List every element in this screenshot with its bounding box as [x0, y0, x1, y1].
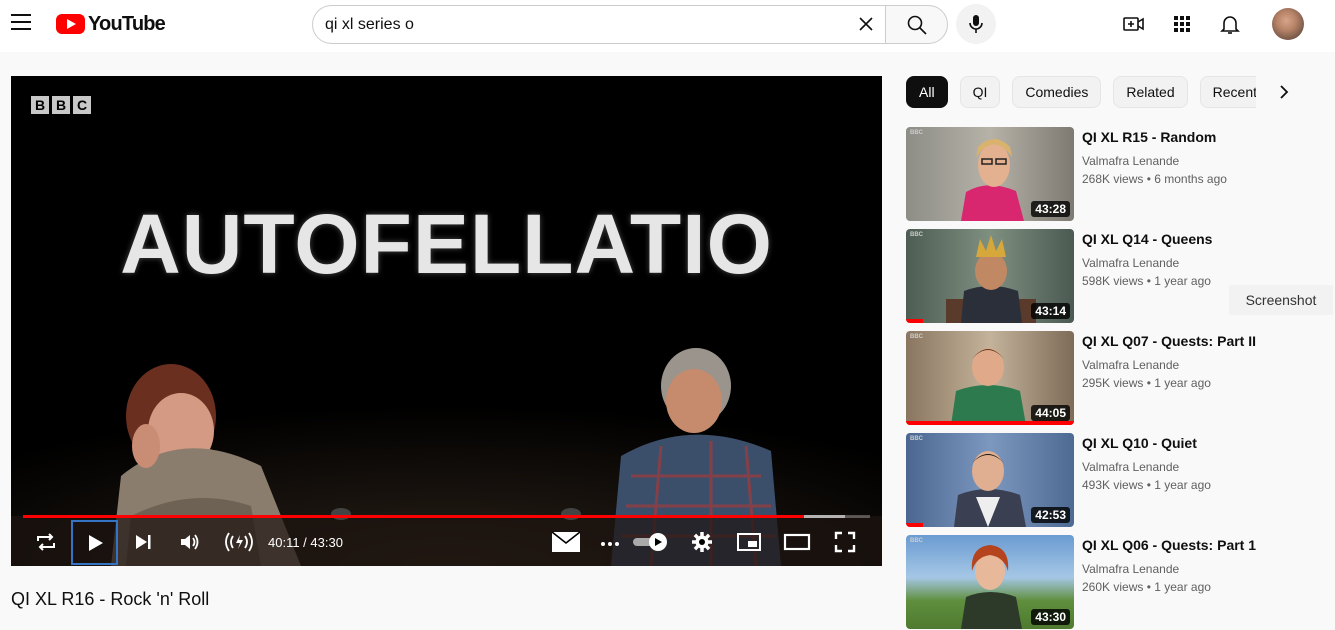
chevron-right-icon[interactable] — [1272, 80, 1296, 104]
next-icon — [136, 535, 151, 549]
duration-badge: 43:28 — [1031, 201, 1070, 217]
next-button[interactable] — [127, 526, 159, 558]
apps-icon[interactable] — [1170, 12, 1194, 36]
menu-icon[interactable] — [11, 14, 31, 30]
logo-text: YouTube — [88, 12, 166, 35]
watched-progress — [906, 421, 1074, 425]
more-options-button[interactable] — [594, 526, 626, 558]
watched-progress — [906, 523, 923, 527]
duration-badge: 42:53 — [1031, 507, 1070, 523]
theater-mode-button[interactable] — [781, 526, 813, 558]
video-thumbnail[interactable]: BBC 43:30 — [906, 535, 1074, 629]
video-thumbnail[interactable]: BBC 43:28 — [906, 127, 1074, 221]
recommendation-item[interactable]: BBC 43:30 QI XL Q06 - Quests: Part 1 Val… — [906, 535, 1335, 630]
player-controls: 40:11 / 43:30 — [11, 520, 882, 566]
channel-name[interactable]: Valmafra Lenande — [1082, 562, 1179, 576]
recommendation-item[interactable]: BBC 43:28 QI XL R15 - Random Valmafra Le… — [906, 127, 1335, 222]
channel-name[interactable]: Valmafra Lenande — [1082, 358, 1179, 372]
bbc-letter: C — [73, 96, 91, 114]
video-thumbnail[interactable]: BBC 43:14 — [906, 229, 1074, 323]
play-button[interactable] — [71, 520, 118, 565]
settings-button[interactable] — [686, 526, 718, 558]
autoplay-toggle[interactable] — [631, 526, 671, 558]
watched-progress — [906, 319, 923, 323]
chip-all[interactable]: All — [906, 76, 948, 108]
search-button[interactable] — [885, 5, 948, 44]
stable-volume-button[interactable] — [221, 526, 257, 558]
youtube-logo[interactable]: YouTube — [56, 12, 166, 35]
video-caption: AUTOFELLATIO — [120, 197, 773, 291]
video-title: QI XL R16 - Rock 'n' Roll — [11, 589, 210, 609]
video-meta: 260K views • 1 year ago — [1082, 580, 1211, 594]
stable-volume-icon — [225, 532, 253, 552]
recommendation-title[interactable]: QI XL Q10 - Quiet — [1082, 435, 1197, 451]
loop-button[interactable] — [30, 526, 62, 558]
mic-icon — [969, 15, 983, 33]
bbc-logo: B B C — [31, 96, 91, 114]
search-input[interactable] — [325, 14, 845, 36]
voice-search-button[interactable] — [956, 4, 996, 44]
screenshot-tooltip: Screenshot — [1229, 285, 1333, 315]
loop-icon — [37, 533, 55, 551]
miniplayer-icon — [737, 533, 761, 551]
progress-bar[interactable] — [23, 515, 870, 518]
theater-icon — [783, 533, 811, 551]
youtube-play-badge-icon — [56, 14, 85, 34]
recommendation-title[interactable]: QI XL Q14 - Queens — [1082, 231, 1212, 247]
play-icon — [88, 534, 103, 551]
recommendation-item[interactable]: BBC 44:05 QI XL Q07 - Quests: Part II Va… — [906, 331, 1335, 426]
search-icon — [907, 15, 927, 35]
chip-comedies[interactable]: Comedies — [1012, 76, 1102, 108]
chip-recently-uploaded[interactable]: Recently uploaded — [1199, 76, 1256, 108]
video-meta: 493K views • 1 year ago — [1082, 478, 1211, 492]
masthead: YouTube — [0, 0, 1335, 52]
video-thumbnail[interactable]: BBC 44:05 — [906, 331, 1074, 425]
channel-name[interactable]: Valmafra Lenande — [1082, 154, 1179, 168]
mail-button[interactable] — [550, 526, 582, 558]
channel-name[interactable]: Valmafra Lenande — [1082, 256, 1179, 270]
channel-name[interactable]: Valmafra Lenande — [1082, 460, 1179, 474]
video-meta: 598K views • 1 year ago — [1082, 274, 1211, 288]
recommendation-title[interactable]: QI XL Q06 - Quests: Part 1 — [1082, 537, 1256, 553]
progress-played — [23, 515, 804, 518]
notifications-icon[interactable] — [1218, 12, 1242, 36]
video-meta: 295K views • 1 year ago — [1082, 376, 1211, 390]
recommendation-item[interactable]: BBC 42:53 QI XL Q10 - Quiet Valmafra Len… — [906, 433, 1335, 528]
fullscreen-icon — [834, 531, 856, 553]
clear-icon[interactable] — [855, 13, 877, 35]
autoplay-toggle-icon — [633, 533, 667, 551]
mail-icon — [551, 531, 581, 552]
video-thumbnail[interactable]: BBC 42:53 — [906, 433, 1074, 527]
video-meta: 268K views • 6 months ago — [1082, 172, 1227, 186]
duration-badge: 43:14 — [1031, 303, 1070, 319]
more-dots-icon — [601, 542, 619, 546]
miniplayer-button[interactable] — [733, 526, 765, 558]
create-icon[interactable] — [1122, 12, 1146, 36]
time-display: 40:11 / 43:30 — [268, 535, 343, 550]
recommendation-title[interactable]: QI XL Q07 - Quests: Part II — [1082, 333, 1256, 349]
chip-qi[interactable]: QI — [959, 76, 1001, 108]
filter-chips: All QI Comedies Related Recently uploade… — [906, 76, 1256, 110]
duration-badge: 43:30 — [1031, 609, 1070, 625]
gear-icon — [692, 532, 712, 552]
bbc-letter: B — [31, 96, 49, 114]
video-player[interactable]: B B C AUTOFELLATIO 40:11 / 43:30 — [11, 76, 882, 566]
duration-badge: 44:05 — [1031, 405, 1070, 421]
recommendation-title[interactable]: QI XL R15 - Random — [1082, 129, 1216, 145]
avatar[interactable] — [1272, 8, 1304, 40]
volume-icon — [181, 534, 199, 550]
volume-button[interactable] — [174, 526, 206, 558]
fullscreen-button[interactable] — [829, 526, 861, 558]
search-box — [312, 5, 886, 44]
chip-related[interactable]: Related — [1113, 76, 1188, 108]
bbc-letter: B — [52, 96, 70, 114]
